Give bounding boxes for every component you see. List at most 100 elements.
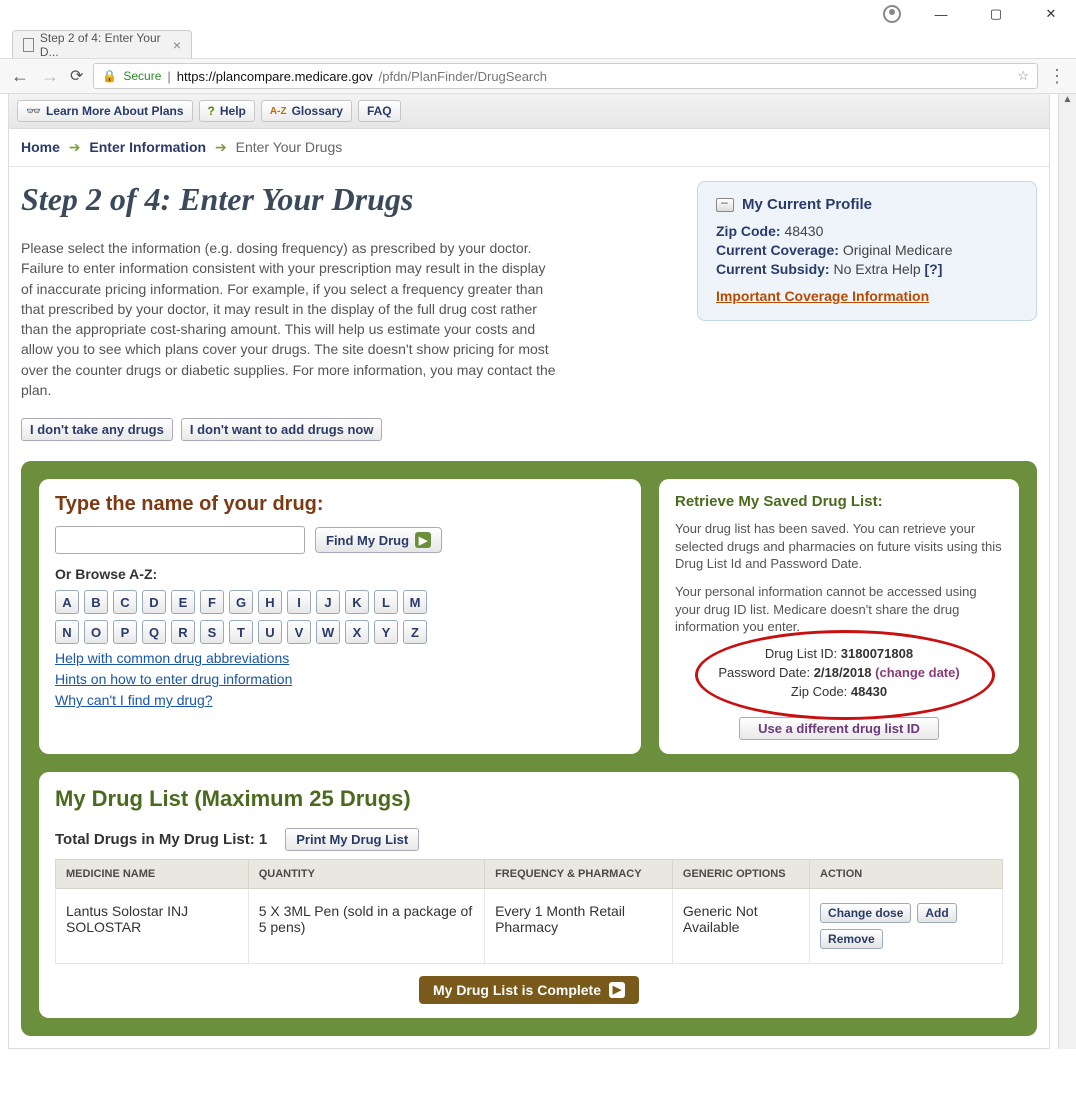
az-letter-q[interactable]: Q bbox=[142, 620, 166, 644]
az-letter-k[interactable]: K bbox=[345, 590, 369, 614]
browse-label: Or Browse A-Z: bbox=[55, 566, 625, 582]
my-profile-panel: My Current Profile Zip Code: 48430 Curre… bbox=[697, 181, 1037, 321]
scroll-up-icon[interactable]: ▲ bbox=[1059, 94, 1076, 105]
druglist-heading: My Drug List (Maximum 25 Drugs) bbox=[55, 786, 1003, 812]
col-frequency: FREQUENCY & PHARMACY bbox=[485, 859, 673, 888]
az-letter-e[interactable]: E bbox=[171, 590, 195, 614]
search-heading: Type the name of your drug: bbox=[55, 493, 625, 516]
learn-more-button[interactable]: 👓Learn More About Plans bbox=[17, 100, 193, 122]
az-letter-b[interactable]: B bbox=[84, 590, 108, 614]
az-letter-v[interactable]: V bbox=[287, 620, 311, 644]
collapse-icon[interactable] bbox=[716, 198, 734, 212]
browser-menu-icon[interactable]: ⋮ bbox=[1048, 66, 1066, 87]
password-date-row: Password Date: 2/18/2018 (change date) bbox=[675, 665, 1003, 680]
col-action: ACTION bbox=[810, 859, 1003, 888]
intro-paragraph: Please select the information (e.g. dosi… bbox=[21, 238, 561, 400]
az-letter-y[interactable]: Y bbox=[374, 620, 398, 644]
minimize-button[interactable]: — bbox=[926, 0, 956, 28]
az-letter-o[interactable]: O bbox=[84, 620, 108, 644]
az-row-2: NOPQRSTUVWXYZ bbox=[55, 620, 625, 644]
az-letter-s[interactable]: S bbox=[200, 620, 224, 644]
col-generic: GENERIC OPTIONS bbox=[672, 859, 809, 888]
az-letter-i[interactable]: I bbox=[287, 590, 311, 614]
az-letter-r[interactable]: R bbox=[171, 620, 195, 644]
faq-button[interactable]: FAQ bbox=[358, 100, 401, 122]
change-date-link[interactable]: (change date) bbox=[875, 665, 960, 680]
arrow-right-icon: ▶ bbox=[415, 532, 431, 548]
tab-title: Step 2 of 4: Enter Your D... bbox=[40, 31, 167, 59]
total-drugs-label: Total Drugs in My Drug List: 1 bbox=[55, 831, 267, 848]
secure-label: Secure bbox=[123, 69, 161, 83]
abbrev-help-link[interactable]: Help with common drug abbreviations bbox=[55, 650, 625, 666]
az-letter-j[interactable]: J bbox=[316, 590, 340, 614]
forward-button[interactable]: → bbox=[40, 66, 60, 87]
window-titlebar: — ▢ ✕ bbox=[0, 0, 1076, 28]
retrieve-zip-row: Zip Code: 48430 bbox=[675, 684, 1003, 699]
change-dose-button[interactable]: Change dose bbox=[820, 903, 911, 923]
az-letter-x[interactable]: X bbox=[345, 620, 369, 644]
user-account-icon[interactable] bbox=[883, 5, 901, 23]
cell-frequency: Every 1 Month Retail Pharmacy bbox=[485, 888, 673, 963]
profile-heading: My Current Profile bbox=[742, 196, 872, 213]
help-button[interactable]: ?Help bbox=[199, 100, 255, 122]
az-letter-z[interactable]: Z bbox=[403, 620, 427, 644]
breadcrumb-home[interactable]: Home bbox=[21, 139, 60, 155]
maximize-button[interactable]: ▢ bbox=[981, 0, 1011, 28]
az-letter-c[interactable]: C bbox=[113, 590, 137, 614]
drug-list-id-row: Drug List ID: 3180071808 bbox=[675, 646, 1003, 661]
close-tab-icon[interactable]: × bbox=[173, 37, 181, 53]
different-id-button[interactable]: Use a different drug list ID bbox=[739, 717, 939, 740]
print-drug-list-button[interactable]: Print My Drug List bbox=[285, 828, 419, 851]
drug-name-input[interactable] bbox=[55, 526, 305, 554]
az-letter-w[interactable]: W bbox=[316, 620, 340, 644]
az-letter-t[interactable]: T bbox=[229, 620, 253, 644]
chevron-right-icon: ➔ bbox=[215, 139, 227, 155]
drug-entry-section: Type the name of your drug: Find My Drug… bbox=[21, 461, 1037, 1035]
remove-button[interactable]: Remove bbox=[820, 929, 883, 949]
col-quantity: QUANTITY bbox=[248, 859, 484, 888]
az-letter-l[interactable]: L bbox=[374, 590, 398, 614]
breadcrumb-enter-info[interactable]: Enter Information bbox=[89, 139, 206, 155]
az-letter-p[interactable]: P bbox=[113, 620, 137, 644]
az-letter-h[interactable]: H bbox=[258, 590, 282, 614]
subsidy-help-link[interactable]: [?] bbox=[925, 261, 943, 277]
close-window-button[interactable]: ✕ bbox=[1036, 0, 1066, 28]
glasses-icon: 👓 bbox=[26, 104, 41, 118]
drug-list-table: MEDICINE NAME QUANTITY FREQUENCY & PHARM… bbox=[55, 859, 1003, 964]
browser-tab[interactable]: Step 2 of 4: Enter Your D... × bbox=[12, 30, 192, 58]
drug-list-complete-button[interactable]: My Drug List is Complete ▶ bbox=[419, 976, 639, 1004]
bookmark-star-icon[interactable]: ☆ bbox=[1017, 68, 1029, 84]
cant-find-help-link[interactable]: Why can't I find my drug? bbox=[55, 692, 625, 708]
back-button[interactable]: ← bbox=[10, 66, 30, 87]
browser-tab-strip: Step 2 of 4: Enter Your D... × bbox=[0, 28, 1076, 58]
breadcrumb: Home ➔ Enter Information ➔ Enter Your Dr… bbox=[9, 129, 1049, 167]
no-add-drugs-button[interactable]: I don't want to add drugs now bbox=[181, 418, 383, 441]
address-bar[interactable]: 🔒 Secure | https://plancompare.medicare.… bbox=[93, 63, 1038, 89]
retrieve-drug-list-card: Retrieve My Saved Drug List: Your drug l… bbox=[659, 479, 1019, 753]
retrieve-para-1: Your drug list has been saved. You can r… bbox=[675, 520, 1003, 573]
cell-action: Change dose Add Remove bbox=[810, 888, 1003, 963]
important-coverage-link[interactable]: Important Coverage Information bbox=[716, 288, 929, 304]
find-drug-button[interactable]: Find My Drug ▶ bbox=[315, 527, 442, 553]
cell-medicine-name: Lantus Solostar INJ SOLOSTAR bbox=[56, 888, 249, 963]
question-icon: ? bbox=[208, 104, 215, 118]
glossary-button[interactable]: A-ZGlossary bbox=[261, 100, 352, 122]
reload-button[interactable]: ⟳ bbox=[70, 66, 83, 86]
url-path: /pfdn/PlanFinder/DrugSearch bbox=[379, 69, 547, 84]
az-letter-m[interactable]: M bbox=[403, 590, 427, 614]
az-letter-u[interactable]: U bbox=[258, 620, 282, 644]
retrieve-para-2: Your personal information cannot be acce… bbox=[675, 583, 1003, 636]
add-button[interactable]: Add bbox=[917, 903, 956, 923]
az-letter-a[interactable]: A bbox=[55, 590, 79, 614]
vertical-scrollbar[interactable]: ▲ bbox=[1058, 94, 1076, 1049]
hints-help-link[interactable]: Hints on how to enter drug information bbox=[55, 671, 625, 687]
az-letter-d[interactable]: D bbox=[142, 590, 166, 614]
az-letter-n[interactable]: N bbox=[55, 620, 79, 644]
az-letter-f[interactable]: F bbox=[200, 590, 224, 614]
lock-icon: 🔒 bbox=[102, 69, 117, 83]
az-row-1: ABCDEFGHIJKLM bbox=[55, 590, 625, 614]
no-drugs-button[interactable]: I don't take any drugs bbox=[21, 418, 173, 441]
breadcrumb-current: Enter Your Drugs bbox=[236, 139, 343, 155]
az-letter-g[interactable]: G bbox=[229, 590, 253, 614]
a-z-icon: A-Z bbox=[270, 106, 287, 117]
